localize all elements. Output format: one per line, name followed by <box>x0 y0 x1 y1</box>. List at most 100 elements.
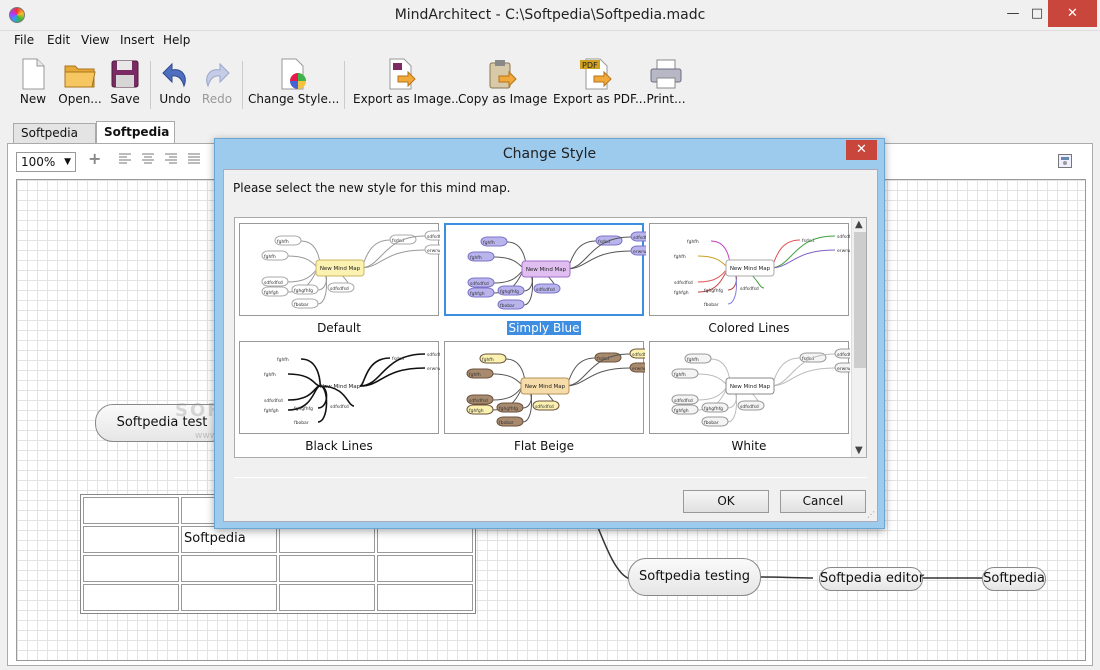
save-button[interactable]: Save <box>108 55 142 115</box>
scroll-up-icon[interactable]: ▲ <box>855 219 863 230</box>
style-label[interactable]: White <box>649 439 849 453</box>
table-cell[interactable] <box>181 555 277 582</box>
resize-grip-icon[interactable]: ⋰ <box>867 510 875 519</box>
table-cell[interactable] <box>377 526 473 553</box>
gallery-scrollbar[interactable]: ▲ ▼ <box>851 218 866 457</box>
change-style-dialog: Change Style ✕ Please select the new sty… <box>214 138 885 529</box>
svg-text:New Mind Map: New Mind Map <box>320 266 361 272</box>
svg-text:fghfh: fghfh <box>264 372 276 378</box>
style-label[interactable]: Colored Lines <box>649 321 849 335</box>
style-preview-graphic: fghfh fghfh fsdsd sdfsdfsd erwrwe sdfsdfsd fgh… <box>467 231 646 310</box>
table-cell[interactable] <box>83 584 179 611</box>
align-left-icon[interactable] <box>119 153 131 165</box>
svg-text:fghfh: fghfh <box>483 240 495 246</box>
menu-file[interactable]: File <box>14 33 34 47</box>
svg-text:fghgfhfg: fghgfhfg <box>704 288 723 294</box>
menu-view[interactable]: View <box>81 33 109 47</box>
table-cell[interactable] <box>279 584 375 611</box>
mind-map-node[interactable]: Softpedia testing <box>628 558 761 596</box>
export-image-icon <box>389 58 416 90</box>
add-node-icon[interactable]: + <box>88 149 101 168</box>
close-window-button[interactable]: ✕ <box>1048 0 1097 27</box>
mind-map-node[interactable]: Softpedia editor <box>819 567 924 591</box>
scrollbar-thumb[interactable] <box>854 232 866 368</box>
window-title: MindArchitect - C:\Softpedia\Softpedia.m… <box>394 7 706 23</box>
style-label[interactable]: Black Lines <box>239 439 439 453</box>
panel-settings-icon[interactable] <box>1058 154 1072 168</box>
zoom-select[interactable]: 100% ▼ <box>16 152 76 172</box>
svg-text:New Mind Map: New Mind Map <box>525 384 566 390</box>
svg-text:fghfh: fghfh <box>674 372 686 378</box>
table-cell[interactable] <box>181 584 277 611</box>
style-preview-graphic: fghfh fghfh fsdsd sdfsdfsd erwrwe sdfsdfsd fgh… <box>466 348 645 427</box>
svg-text:fsdsd: fsdsd <box>598 239 610 245</box>
table-cell[interactable]: Softpedia <box>181 526 277 553</box>
maximize-button[interactable]: □ <box>1028 0 1046 27</box>
style-thumb-default[interactable]: fghfh fghfh fsdsd sdfsdfsd erwrwe sdfsdfsd fgh… <box>239 223 440 316</box>
style-thumb-simply-blue[interactable]: fghfh fghfh fsdsd sdfsdfsd erwrwe sdfsdfsd fgh… <box>444 223 646 316</box>
style-label-selected[interactable]: Simply Blue <box>444 321 644 335</box>
svg-text:fghfh: fghfh <box>469 372 481 378</box>
open-button[interactable]: Open... <box>58 55 102 115</box>
svg-text:sdfsdfsd: sdfsdfsd <box>740 286 759 292</box>
svg-text:fghfh: fghfh <box>687 239 699 245</box>
svg-text:PDF: PDF <box>582 61 598 70</box>
table-cell[interactable] <box>377 555 473 582</box>
style-preview-graphic: fghfh fghfh fsdsd sdfsdfsd erwrwe sdfsdfsd fgh… <box>671 348 850 427</box>
table-cell[interactable] <box>377 584 473 611</box>
table-cell[interactable] <box>279 526 375 553</box>
minimize-button[interactable]: — <box>998 0 1028 27</box>
table-cell[interactable] <box>83 555 179 582</box>
svg-text:sdfsdfsd: sdfsdfsd <box>330 286 349 292</box>
svg-text:fbobar: fbobar <box>294 420 309 426</box>
ok-button[interactable]: OK <box>683 490 769 513</box>
copy-image-button[interactable]: Copy as Image <box>458 55 547 115</box>
style-label[interactable]: Flat Beige <box>444 439 644 453</box>
menu-bar: File Edit View Insert Help <box>0 31 1100 51</box>
svg-text:fghfh: fghfh <box>674 254 686 260</box>
zoom-value: 100% <box>21 155 56 169</box>
undo-arrow-icon <box>162 62 186 88</box>
tab-softpedia-1[interactable]: Softpedia 1 <box>13 123 96 158</box>
align-right-icon[interactable] <box>165 153 177 165</box>
tab-softpedia-2[interactable]: Softpedia 2 <box>96 121 175 160</box>
svg-text:fghfh: fghfh <box>470 255 482 261</box>
align-center-icon[interactable] <box>142 153 154 165</box>
style-label[interactable]: Default <box>239 321 439 335</box>
svg-text:fsdsd: fsdsd <box>392 356 404 362</box>
print-button[interactable]: Print... <box>646 55 686 115</box>
svg-text:New Mind Map: New Mind Map <box>526 267 567 273</box>
export-pdf-button[interactable]: PDF Export as PDF... <box>553 55 646 115</box>
export-image-button[interactable]: Export as Image... <box>353 55 463 115</box>
redo-button[interactable]: Redo <box>200 55 234 115</box>
dialog-close-button[interactable]: ✕ <box>846 140 877 160</box>
style-thumb-colored-lines[interactable]: fghfh fghfh fsdsd sdfsdfsd erwrwe sdfsdfsd fgh… <box>649 223 850 316</box>
style-thumb-black-lines[interactable]: fghfh fghfh fsdsd sdfsdfsd erwrwe sdfsdfsd fgh… <box>239 341 440 434</box>
change-style-button[interactable]: Change Style... <box>248 55 339 115</box>
dialog-prompt: Please select the new style for this min… <box>233 181 511 195</box>
svg-text:sdfsdfsd: sdfsdfsd <box>264 280 283 286</box>
svg-text:sdfsdfsd: sdfsdfsd <box>674 280 693 286</box>
style-thumb-flat-beige[interactable]: fghfh fghfh fsdsd sdfsdfsd erwrwe sdfsdfsd fgh… <box>444 341 645 434</box>
svg-text:New Mind Map: New Mind Map <box>730 384 771 390</box>
menu-help[interactable]: Help <box>163 33 190 47</box>
scroll-down-icon[interactable]: ▼ <box>855 445 863 456</box>
align-justify-icon[interactable] <box>188 153 200 165</box>
menu-insert[interactable]: Insert <box>120 33 154 47</box>
undo-button[interactable]: Undo <box>158 55 192 115</box>
table-cell[interactable] <box>279 555 375 582</box>
svg-text:fghfh: fghfh <box>687 357 699 363</box>
table-cell[interactable] <box>83 526 179 553</box>
table-cell[interactable] <box>83 497 179 524</box>
new-document-icon <box>22 58 45 90</box>
svg-text:fghfgh: fghfgh <box>674 290 689 296</box>
svg-text:sdfsdfsd: sdfsdfsd <box>674 398 693 404</box>
cancel-button[interactable]: Cancel <box>780 490 866 513</box>
menu-edit[interactable]: Edit <box>47 33 70 47</box>
svg-text:fghgfhfg: fghgfhfg <box>499 406 518 412</box>
new-button[interactable]: New <box>14 55 52 115</box>
toolbar-separator <box>242 61 243 109</box>
mind-map-node[interactable]: Softpedia <box>982 567 1046 591</box>
style-thumb-white[interactable]: fghfh fghfh fsdsd sdfsdfsd erwrwe sdfsdfsd fgh… <box>649 341 850 434</box>
svg-text:erwrwe: erwrwe <box>427 366 440 372</box>
